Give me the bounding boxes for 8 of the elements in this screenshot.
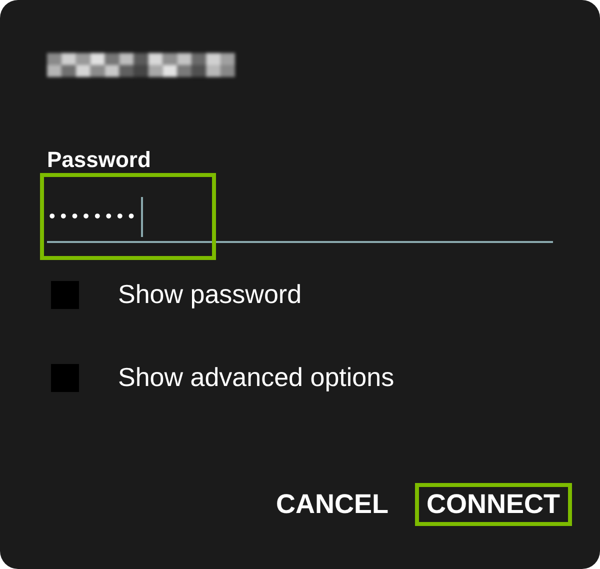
password-field[interactable]: •••••••• — [40, 173, 216, 260]
checkbox[interactable] — [51, 280, 79, 308]
checkbox[interactable] — [51, 364, 79, 392]
checkbox-label: Show advanced options — [118, 362, 394, 393]
checkbox-label: Show password — [118, 279, 302, 310]
dialog-button[interactable]: CANCEL — [264, 483, 400, 526]
dialog-button[interactable]: CONNECT — [414, 483, 572, 526]
password-label: Password — [47, 147, 152, 173]
